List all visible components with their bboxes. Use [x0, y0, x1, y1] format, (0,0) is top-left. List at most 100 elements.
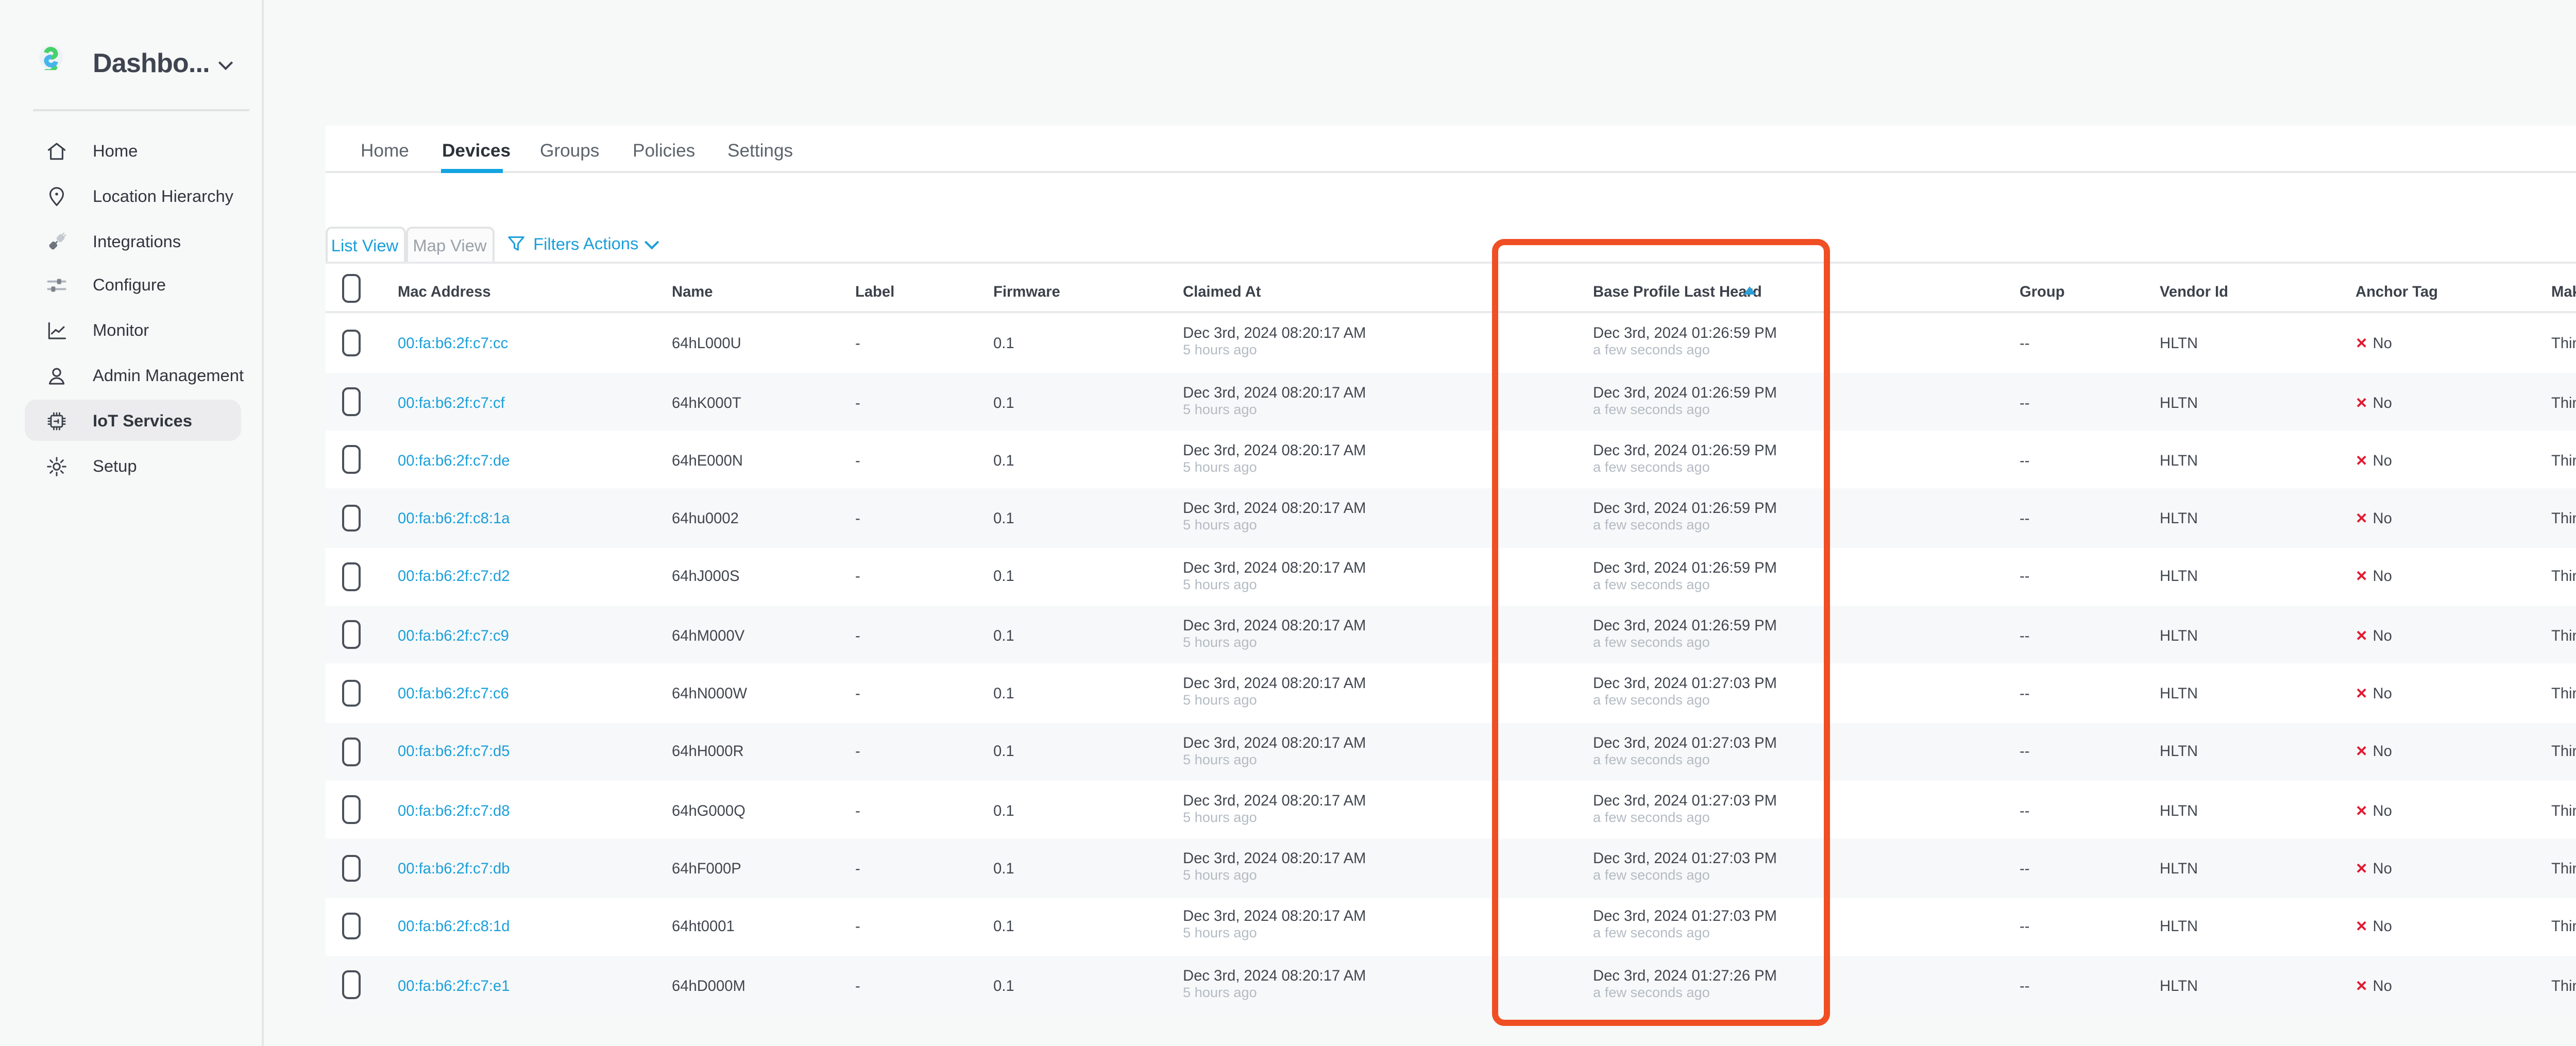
select-all-checkbox[interactable]: [341, 275, 361, 302]
table-row: 00:fa:b6:2f:c7:c6 64hN000W - 0.1 Dec 3rd…: [325, 664, 2576, 723]
mac-address-link[interactable]: 00:fa:b6:2f:c7:db: [398, 859, 510, 878]
row-checkbox[interactable]: [341, 446, 361, 474]
last-heard-time: Dec 3rd, 2024 01:26:59 PM: [1593, 558, 1777, 576]
col-header-group[interactable]: Group: [2020, 281, 2065, 300]
actions-button[interactable]: Actions: [583, 234, 656, 252]
col-header-anchor-tag[interactable]: Anchor Tag: [2355, 281, 2438, 300]
label-cell: -: [855, 626, 860, 644]
mac-address-link[interactable]: 00:fa:b6:2f:c7:c6: [398, 684, 509, 702]
make-cell: Thingsee PRESENCE: [2551, 626, 2576, 644]
row-checkbox[interactable]: [341, 330, 361, 357]
col-header-make[interactable]: Make: [2551, 281, 2576, 300]
sidebar-item-monitor[interactable]: Monitor: [25, 310, 241, 351]
anchor-tag-cell: ✕No: [2355, 801, 2392, 819]
name-cell: 64hE000N: [672, 451, 743, 470]
red-x-icon: ✕: [2355, 805, 2368, 819]
label-cell: -: [855, 975, 860, 994]
tab-devices[interactable]: Devices: [442, 141, 511, 162]
last-heard-ago: a few seconds ago: [1593, 928, 1710, 942]
tab-home[interactable]: Home: [361, 141, 409, 162]
label-cell: -: [855, 334, 860, 353]
table-row: 00:fa:b6:2f:c7:c9 64hM000V - 0.1 Dec 3rd…: [325, 606, 2576, 664]
table-row: 00:fa:b6:2f:c7:d8 64hG000Q - 0.1 Dec 3rd…: [325, 781, 2576, 839]
claimed-at-ago: 5 hours ago: [1183, 753, 1257, 767]
name-cell: 64ht0001: [672, 917, 735, 936]
last-heard-ago: a few seconds ago: [1593, 345, 1710, 359]
group-cell: --: [2020, 392, 2030, 411]
col-header-mac-address[interactable]: Mac Address: [398, 281, 491, 300]
anchor-tag-cell: ✕No: [2355, 509, 2392, 528]
sidebar-item-configure[interactable]: Configure: [25, 265, 241, 306]
col-header-firmware[interactable]: Firmware: [993, 281, 1060, 300]
sidebar-item-integrations[interactable]: Integrations: [25, 220, 241, 262]
name-cell: 64hu0002: [672, 509, 739, 528]
tab-policies[interactable]: Policies: [633, 141, 695, 162]
plug-icon: [44, 230, 67, 252]
label-cell: -: [855, 801, 860, 819]
row-checkbox[interactable]: [341, 738, 361, 765]
row-checkbox[interactable]: [341, 971, 361, 999]
mac-address-link[interactable]: 00:fa:b6:2f:c7:d8: [398, 801, 510, 819]
tab-settings[interactable]: Settings: [727, 141, 793, 162]
row-checkbox[interactable]: [341, 796, 361, 824]
row-checkbox[interactable]: [341, 388, 361, 416]
group-cell: --: [2020, 334, 2030, 353]
group-cell: --: [2020, 975, 2030, 994]
table-body: 00:fa:b6:2f:c7:cc 64hL000U - 0.1 Dec 3rd…: [325, 314, 2576, 1014]
mac-address-link[interactable]: 00:fa:b6:2f:c8:1d: [398, 917, 510, 936]
row-checkbox[interactable]: [341, 562, 361, 590]
mac-address-link[interactable]: 00:fa:b6:2f:c7:d2: [398, 568, 510, 586]
mac-address-link[interactable]: 00:fa:b6:2f:c7:cf: [398, 392, 505, 411]
sidebar-item-setup[interactable]: Setup: [25, 445, 241, 486]
mac-address-link[interactable]: 00:fa:b6:2f:c7:c9: [398, 626, 509, 644]
mac-address-link[interactable]: 00:fa:b6:2f:c7:d5: [398, 742, 510, 761]
firmware-cell: 0.1: [993, 742, 1014, 761]
row-checkbox[interactable]: [341, 621, 361, 649]
claimed-at-time: Dec 3rd, 2024 08:20:17 AM: [1183, 441, 1366, 459]
col-header-name[interactable]: Name: [672, 281, 713, 300]
label-cell: -: [855, 859, 860, 878]
mac-address-link[interactable]: 00:fa:b6:2f:c7:e1: [398, 975, 510, 994]
row-checkbox[interactable]: [341, 854, 361, 882]
col-header-label[interactable]: Label: [855, 281, 894, 300]
anchor-tag-cell: ✕No: [2355, 334, 2392, 353]
mac-address-link[interactable]: 00:fa:b6:2f:c7:de: [398, 451, 510, 470]
col-header-claimed-at[interactable]: Claimed At: [1183, 281, 1261, 300]
col-header-base-profile-last-heard[interactable]: Base Profile Last Heard: [1593, 281, 1762, 300]
last-heard-time: Dec 3rd, 2024 01:27:03 PM: [1593, 732, 1777, 751]
last-heard-time: Dec 3rd, 2024 01:26:59 PM: [1593, 441, 1777, 459]
last-heard-ago: a few seconds ago: [1593, 403, 1710, 418]
claimed-at-ago: 5 hours ago: [1183, 811, 1257, 826]
col-header-vendor-id[interactable]: Vendor Id: [2160, 281, 2228, 300]
mac-address-link[interactable]: 00:fa:b6:2f:c8:1a: [398, 509, 510, 528]
list-view-tab[interactable]: List View: [325, 226, 405, 262]
filters-button[interactable]: Filters: [506, 234, 579, 253]
mac-address-link[interactable]: 00:fa:b6:2f:c7:cc: [398, 334, 508, 353]
vendor-id-cell: HLTN: [2160, 451, 2198, 470]
row-checkbox[interactable]: [341, 679, 361, 707]
sliders-icon: [44, 275, 67, 297]
name-cell: 64hN000W: [672, 684, 747, 702]
map-view-tab[interactable]: Map View: [406, 226, 494, 262]
sidebar-item-location-hierarchy[interactable]: Location Hierarchy: [25, 176, 241, 217]
last-heard-time: Dec 3rd, 2024 01:27:03 PM: [1593, 674, 1777, 693]
row-checkbox[interactable]: [341, 504, 361, 532]
org-title: Dashbo...: [93, 47, 210, 78]
make-cell: Thingsee PRESENCE: [2551, 392, 2576, 411]
group-cell: --: [2020, 509, 2030, 528]
label-cell: -: [855, 684, 860, 702]
red-x-icon: ✕: [2355, 397, 2368, 411]
sidebar-item-home[interactable]: Home: [25, 131, 241, 172]
name-cell: 64hK000T: [672, 392, 741, 411]
vendor-id-cell: HLTN: [2160, 509, 2198, 528]
row-checkbox[interactable]: [341, 912, 361, 940]
sidebar-item-admin-management[interactable]: Admin Management: [25, 355, 241, 397]
gear-icon: [44, 454, 67, 477]
tab-groups[interactable]: Groups: [540, 141, 599, 162]
app-root: Dashbo... Home Location Hierarchy Integr…: [0, 0, 2576, 1046]
name-cell: 64hH000R: [672, 742, 744, 761]
firmware-cell: 0.1: [993, 917, 1014, 936]
sidebar-item-iot-services[interactable]: IoT Services: [25, 400, 241, 441]
firmware-cell: 0.1: [993, 859, 1014, 878]
org-switcher[interactable]: Dashbo...: [0, 0, 264, 107]
